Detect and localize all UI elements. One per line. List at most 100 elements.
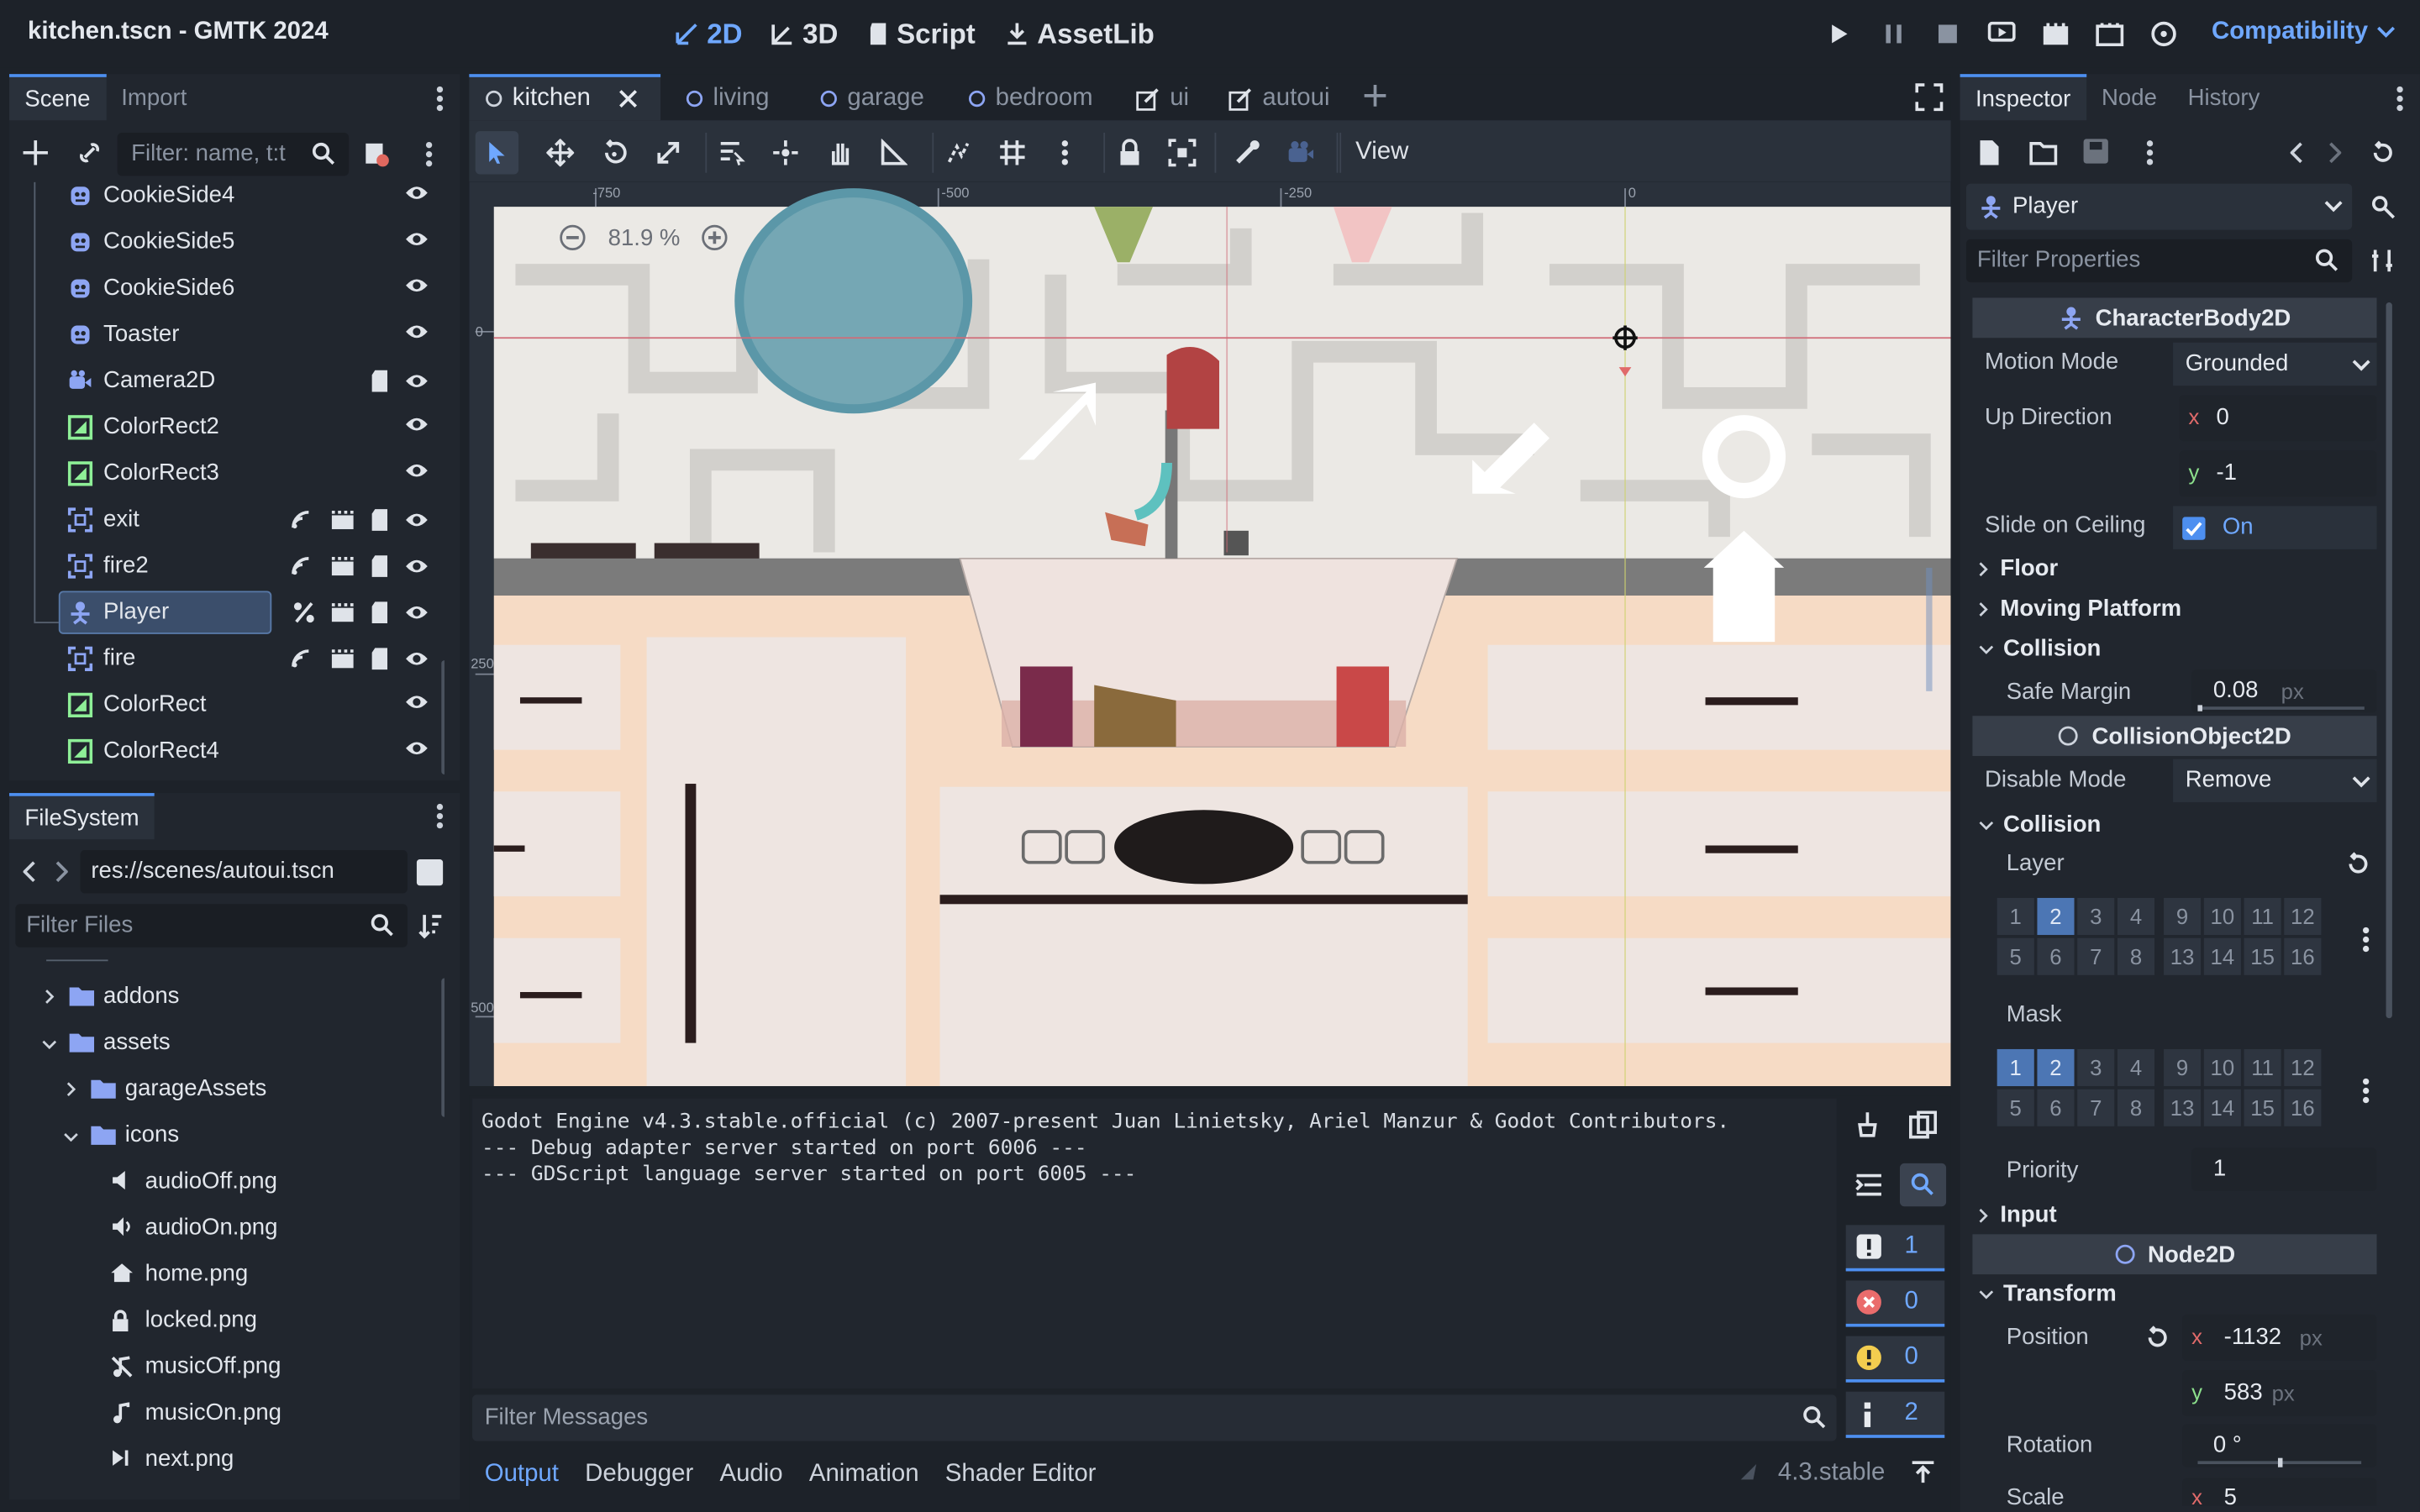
tab-debugger[interactable]: Debugger: [585, 1461, 693, 1488]
history-back-icon[interactable]: [2290, 142, 2303, 164]
motion-mode-select[interactable]: Grounded: [2173, 342, 2377, 386]
file-item[interactable]: musicOff.png: [9, 1344, 445, 1390]
more-options-icon[interactable]: [2361, 926, 2370, 953]
collision-layer-bit[interactable]: 13: [2164, 1089, 2202, 1126]
collision-layer-bit[interactable]: 5: [1996, 1089, 2034, 1126]
file-item[interactable]: home.png: [9, 1252, 445, 1298]
dock-menu-icon[interactable]: [2396, 85, 2405, 113]
scene-instance-icon[interactable]: [330, 647, 355, 671]
snap-options-icon[interactable]: [1051, 139, 1079, 166]
visibility-eye-icon[interactable]: [404, 600, 429, 624]
collision-layer-bit[interactable]: 3: [2077, 897, 2115, 936]
collision-layer-bit[interactable]: 2: [2037, 1048, 2075, 1087]
pan-icon[interactable]: [826, 139, 854, 166]
visibility-eye-icon[interactable]: [404, 554, 429, 578]
collision-layer-bit[interactable]: 1: [1996, 1048, 2034, 1087]
script-icon[interactable]: [371, 600, 389, 624]
slider-grabber[interactable]: [2277, 1457, 2283, 1467]
tab-import[interactable]: Import: [106, 74, 203, 120]
script-icon[interactable]: [371, 507, 389, 532]
forward-icon[interactable]: [55, 861, 68, 883]
link-icon[interactable]: [77, 140, 102, 165]
collision-layer-bit[interactable]: 13: [2164, 937, 2202, 975]
object-selector[interactable]: Player: [1965, 183, 2353, 230]
movie-maker-icon[interactable]: [2144, 15, 2184, 52]
signal-icon[interactable]: [290, 554, 314, 578]
camera-override-icon[interactable]: [1287, 139, 1315, 166]
script-icon[interactable]: [371, 647, 389, 671]
scene-tree-scrollbar[interactable]: [441, 660, 445, 775]
more-options-icon[interactable]: [2145, 139, 2154, 166]
chevron-right-icon[interactable]: [45, 989, 55, 1004]
scene-tree-node[interactable]: CookieSide5: [9, 219, 445, 265]
scene-tree-node[interactable]: fire: [9, 636, 445, 682]
filter-scripts-icon[interactable]: [363, 140, 391, 168]
visibility-eye-icon[interactable]: [404, 369, 429, 393]
run-scene-icon[interactable]: [1981, 15, 2022, 52]
path-field[interactable]: res://scenes/autoui.tscn: [80, 850, 408, 894]
up-direction-y[interactable]: y -1: [2179, 450, 2377, 497]
group-transform[interactable]: Transform: [1979, 1280, 2117, 1307]
rotate-icon[interactable]: [600, 139, 628, 166]
editor-tab-bedroom[interactable]: bedroom: [968, 83, 1093, 114]
back-icon[interactable]: [23, 861, 36, 883]
collapse-icon[interactable]: [1855, 1173, 1883, 1197]
workspace-2d-button[interactable]: 2D: [675, 15, 742, 52]
chevron-right-icon[interactable]: [66, 1082, 76, 1097]
signal-icon[interactable]: [290, 507, 314, 532]
ruler-icon[interactable]: [880, 139, 908, 166]
more-options-icon[interactable]: [2361, 1077, 2370, 1105]
view-menu[interactable]: View: [1339, 132, 1423, 173]
tab-output[interactable]: Output: [485, 1461, 559, 1488]
workspace-assetlib-button[interactable]: AssetLib: [1005, 15, 1155, 52]
run-current-icon[interactable]: [2036, 15, 2076, 52]
pivot-icon[interactable]: [771, 139, 799, 166]
scene-tree-node[interactable]: CookieSide6: [9, 265, 445, 312]
scene-instance-icon[interactable]: [330, 507, 355, 532]
disable-mode-select[interactable]: Remove: [2173, 759, 2377, 803]
collision-layer-bit[interactable]: 6: [2037, 937, 2075, 975]
tab-audio[interactable]: Audio: [719, 1461, 782, 1488]
collision-layer-bit[interactable]: 14: [2203, 1089, 2241, 1126]
clear-output-icon[interactable]: [1855, 1110, 1880, 1138]
new-resource-icon[interactable]: [1977, 139, 2002, 166]
toggle-split-icon[interactable]: [416, 859, 444, 886]
list-select-icon[interactable]: [718, 139, 745, 166]
collision-layer-bit[interactable]: 4: [2117, 1048, 2155, 1087]
workspace-script-button[interactable]: Script: [867, 15, 976, 52]
file-tree-scrollbar[interactable]: [441, 978, 445, 1117]
scene-tree-node[interactable]: ColorRect: [9, 682, 445, 728]
filter-messages-toggle[interactable]: 2: [1845, 1391, 1945, 1438]
pause-icon[interactable]: [1874, 15, 1914, 52]
dock-menu-icon[interactable]: [435, 802, 445, 830]
scene-tree-node[interactable]: Camera2D: [9, 358, 445, 404]
collision-layer-bit[interactable]: 11: [2244, 897, 2281, 936]
folder-item[interactable]: icons: [9, 1112, 445, 1158]
dock-menu-icon[interactable]: [435, 85, 445, 113]
safe-margin-field[interactable]: 0.08 px: [2191, 669, 2377, 713]
zoom-out-icon[interactable]: [559, 223, 587, 251]
slide-on-ceiling-checkbox[interactable]: On: [2173, 506, 2377, 549]
lock-icon[interactable]: [1116, 139, 1144, 166]
visibility-eye-icon[interactable]: [404, 739, 429, 758]
collision-layer-bit[interactable]: 16: [2284, 1089, 2322, 1126]
editor-tab-kitchen[interactable]: kitchen: [485, 83, 637, 114]
grid-snap-icon[interactable]: [998, 139, 1026, 166]
collision-layer-bit[interactable]: 9: [2164, 1048, 2202, 1087]
play-icon[interactable]: [1819, 15, 1860, 52]
viewport-2d[interactable]: -750 -500 -250 0 0 250 500 81.9 %: [469, 181, 1951, 1087]
file-item[interactable]: audioOn.png: [9, 1205, 445, 1251]
scene-tree-node[interactable]: exit: [9, 496, 445, 543]
collision-layer-bit[interactable]: 15: [2244, 937, 2281, 975]
collision-layer-bit[interactable]: 8: [2117, 1089, 2155, 1126]
collision-layer-bit[interactable]: 5: [1996, 937, 2034, 975]
collision-layer-bit[interactable]: 16: [2284, 937, 2322, 975]
fullscreen-icon[interactable]: [1915, 83, 1944, 112]
folder-item[interactable]: assets: [9, 1020, 445, 1066]
toggle-search-button[interactable]: [1899, 1163, 1947, 1207]
collision-layer-bit[interactable]: 2: [2037, 897, 2075, 936]
open-folder-icon[interactable]: [2029, 140, 2058, 165]
visibility-eye-icon[interactable]: [404, 647, 429, 671]
collision-layer-bit[interactable]: 8: [2117, 937, 2155, 975]
tab-inspector[interactable]: Inspector: [1960, 74, 2086, 121]
